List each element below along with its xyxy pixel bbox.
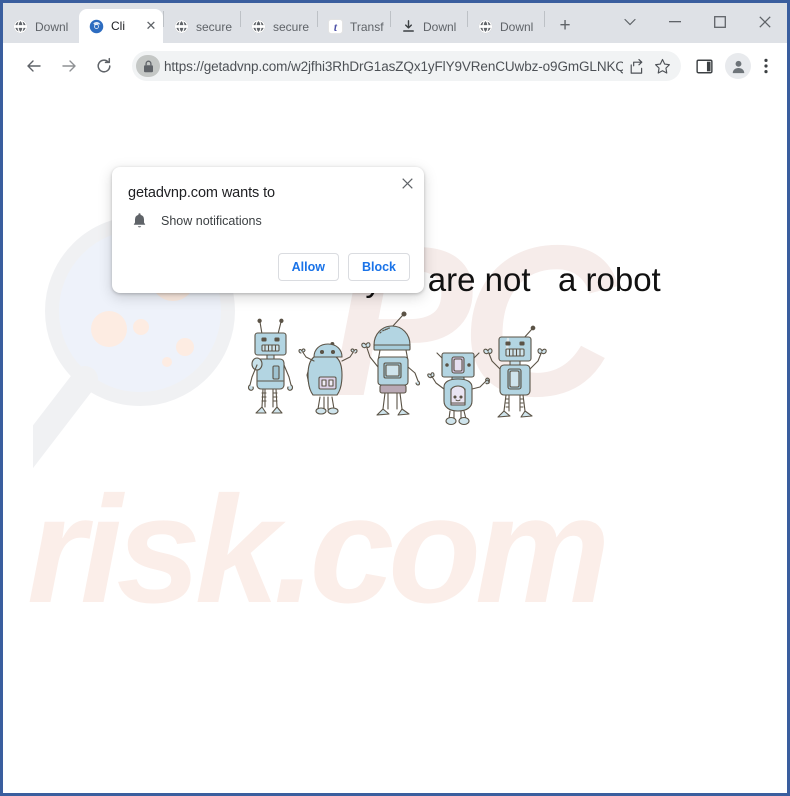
browser-tab-5[interactable]: Downl xyxy=(391,10,467,43)
bell-icon xyxy=(133,213,146,228)
page-viewport: PC risk.com Click "Allow" if you are not… xyxy=(3,89,787,793)
globe-icon xyxy=(251,19,266,34)
tab-search-icon[interactable] xyxy=(607,3,652,41)
tab-title: Downl xyxy=(423,19,457,34)
browser-tab-1-active[interactable]: Cli ✕ xyxy=(79,9,163,43)
back-button[interactable] xyxy=(19,51,49,81)
forward-button[interactable] xyxy=(54,51,84,81)
browser-tab-2[interactable]: secure xyxy=(164,10,240,43)
globe-icon xyxy=(13,19,28,34)
reload-icon xyxy=(97,57,111,73)
globe-icon xyxy=(478,19,493,34)
star-icon[interactable] xyxy=(649,53,675,79)
browser-toolbar: https://getadvnp.com/w2jfhi3RhDrG1asZQx1… xyxy=(3,43,787,89)
browser-tab-4[interactable]: t Transf xyxy=(318,10,390,43)
tab-title: secure xyxy=(196,19,233,34)
minimize-button[interactable] xyxy=(652,3,697,41)
site-info-button[interactable] xyxy=(136,55,160,77)
maximize-button[interactable] xyxy=(697,3,742,41)
tab-title: Downl xyxy=(35,19,69,34)
three-dot-menu-icon[interactable] xyxy=(753,51,779,81)
tab-close-icon[interactable]: ✕ xyxy=(144,19,158,33)
new-tab-button[interactable]: + xyxy=(551,12,579,40)
side-panel-icon[interactable] xyxy=(689,51,719,81)
download-icon xyxy=(403,20,414,32)
browser-window: Downl Cli ✕ secure secure t Transf Downl… xyxy=(0,0,790,796)
block-button[interactable]: Block xyxy=(347,253,410,281)
browser-tab-0[interactable]: Downl xyxy=(3,10,79,43)
address-bar[interactable]: https://getadvnp.com/w2jfhi3RhDrG1asZQx1… xyxy=(132,51,681,81)
tab-separator xyxy=(544,11,545,27)
window-controls xyxy=(607,3,787,41)
browser-tab-6[interactable]: Downl xyxy=(468,10,544,43)
tab-title: Downl xyxy=(500,19,534,34)
notification-permission-dialog: getadvnp.com wants to Show notifications… xyxy=(112,167,424,293)
lock-icon xyxy=(143,60,153,72)
tab-title: secure xyxy=(273,19,310,34)
url-text: https://getadvnp.com/w2jfhi3RhDrG1asZQx1… xyxy=(164,58,623,74)
permission-label: Show notifications xyxy=(161,213,262,228)
arrow-right-icon xyxy=(62,60,76,72)
profile-avatar-icon[interactable] xyxy=(725,53,751,79)
close-window-button[interactable] xyxy=(742,3,787,41)
dialog-close-icon[interactable] xyxy=(397,173,417,193)
allow-button[interactable]: Allow xyxy=(277,253,339,281)
globe-icon xyxy=(174,19,189,34)
robots-illustration xyxy=(247,311,547,426)
tab-title: Transf xyxy=(350,19,384,34)
arrow-left-icon xyxy=(27,60,41,72)
dialog-title: getadvnp.com wants to xyxy=(128,185,276,201)
browser-tab-3[interactable]: secure xyxy=(241,10,317,43)
chrome-icon xyxy=(89,19,104,33)
share-icon[interactable] xyxy=(623,53,649,79)
letter-t-icon: t xyxy=(328,19,343,34)
reload-button[interactable] xyxy=(89,51,119,81)
tab-strip: Downl Cli ✕ secure secure t Transf Downl… xyxy=(3,3,787,43)
dialog-buttons: Allow Block xyxy=(277,253,410,281)
tab-title: Cli xyxy=(111,19,125,33)
permission-row: Show notifications xyxy=(132,212,262,229)
